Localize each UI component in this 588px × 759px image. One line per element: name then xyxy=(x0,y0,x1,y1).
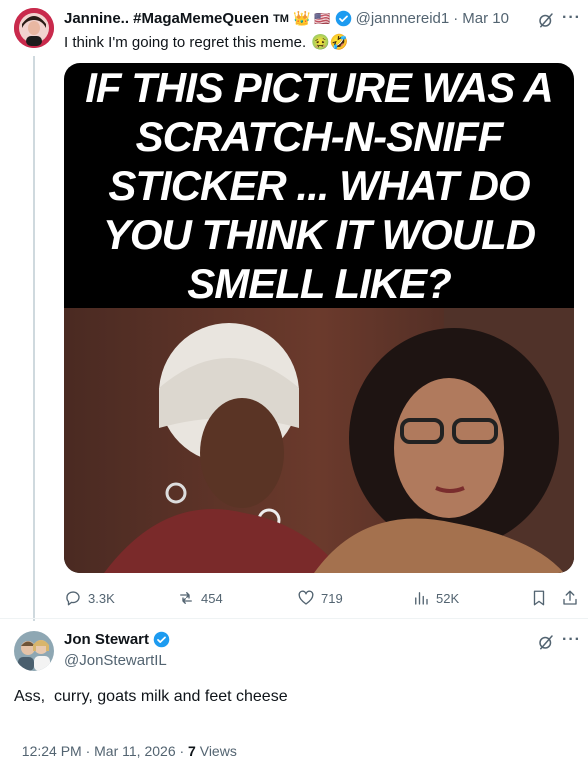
divider xyxy=(0,618,588,619)
verified-badge-icon xyxy=(153,631,170,648)
reply-text: Ass, curry, goats milk and feet cheese xyxy=(14,688,288,705)
verified-badge-icon xyxy=(335,10,352,27)
reply-icon xyxy=(66,591,80,606)
analytics-icon xyxy=(415,592,428,605)
heart-icon xyxy=(298,590,314,605)
meme-image[interactable]: IF THIS PICTURE WAS A SCRATCH-N-SNIFF ST… xyxy=(64,63,574,573)
crown-icon: 👑 xyxy=(292,10,311,26)
grok-icon[interactable] xyxy=(537,633,555,656)
repost-icon xyxy=(180,592,192,604)
repost-count: 454 xyxy=(201,590,223,606)
meme-photo xyxy=(64,308,574,573)
thread-line xyxy=(33,56,35,621)
emoji-text: 🤢🤣 xyxy=(311,34,349,51)
reply-button[interactable]: 3.3K xyxy=(64,589,115,607)
meme-caption: IF THIS PICTURE WAS A SCRATCH-N-SNIFF ST… xyxy=(85,64,553,307)
tweet-text: I think I'm going to regret this meme. xyxy=(64,33,307,51)
views-count: 52K xyxy=(436,590,460,606)
reply-timestamp[interactable]: 12:24 PM · Mar 11, 2026 · xyxy=(22,743,188,759)
like-count: 719 xyxy=(321,590,343,606)
reply-views-label: Views xyxy=(199,743,237,759)
trademark-label: TM xyxy=(273,12,289,25)
us-flag-icon: 🇺🇸 xyxy=(314,10,331,26)
share-icon[interactable] xyxy=(561,589,579,612)
like-button[interactable]: 719 xyxy=(297,589,343,607)
tweet-date[interactable]: Mar 10 xyxy=(462,10,509,27)
views-button[interactable]: 52K xyxy=(412,589,459,607)
bookmark-icon[interactable] xyxy=(530,589,548,612)
reply-handle[interactable]: @JonStewartIL xyxy=(64,652,167,669)
avatar[interactable] xyxy=(14,8,54,48)
handle[interactable]: @jannnereid1 xyxy=(356,10,450,27)
more-options-icon[interactable]: ··· xyxy=(562,9,581,27)
reply-count: 3.3K xyxy=(88,590,115,606)
reply-views-count: 7 xyxy=(188,743,196,759)
reply-avatar[interactable] xyxy=(14,631,54,671)
more-options-icon[interactable]: ··· xyxy=(562,631,581,649)
display-name[interactable]: Jannine.. #MagaMemeQueen xyxy=(64,10,269,27)
reply-display-name[interactable]: Jon Stewart xyxy=(64,631,149,648)
grok-icon[interactable] xyxy=(537,11,555,34)
repost-button[interactable]: 454 xyxy=(177,589,223,607)
